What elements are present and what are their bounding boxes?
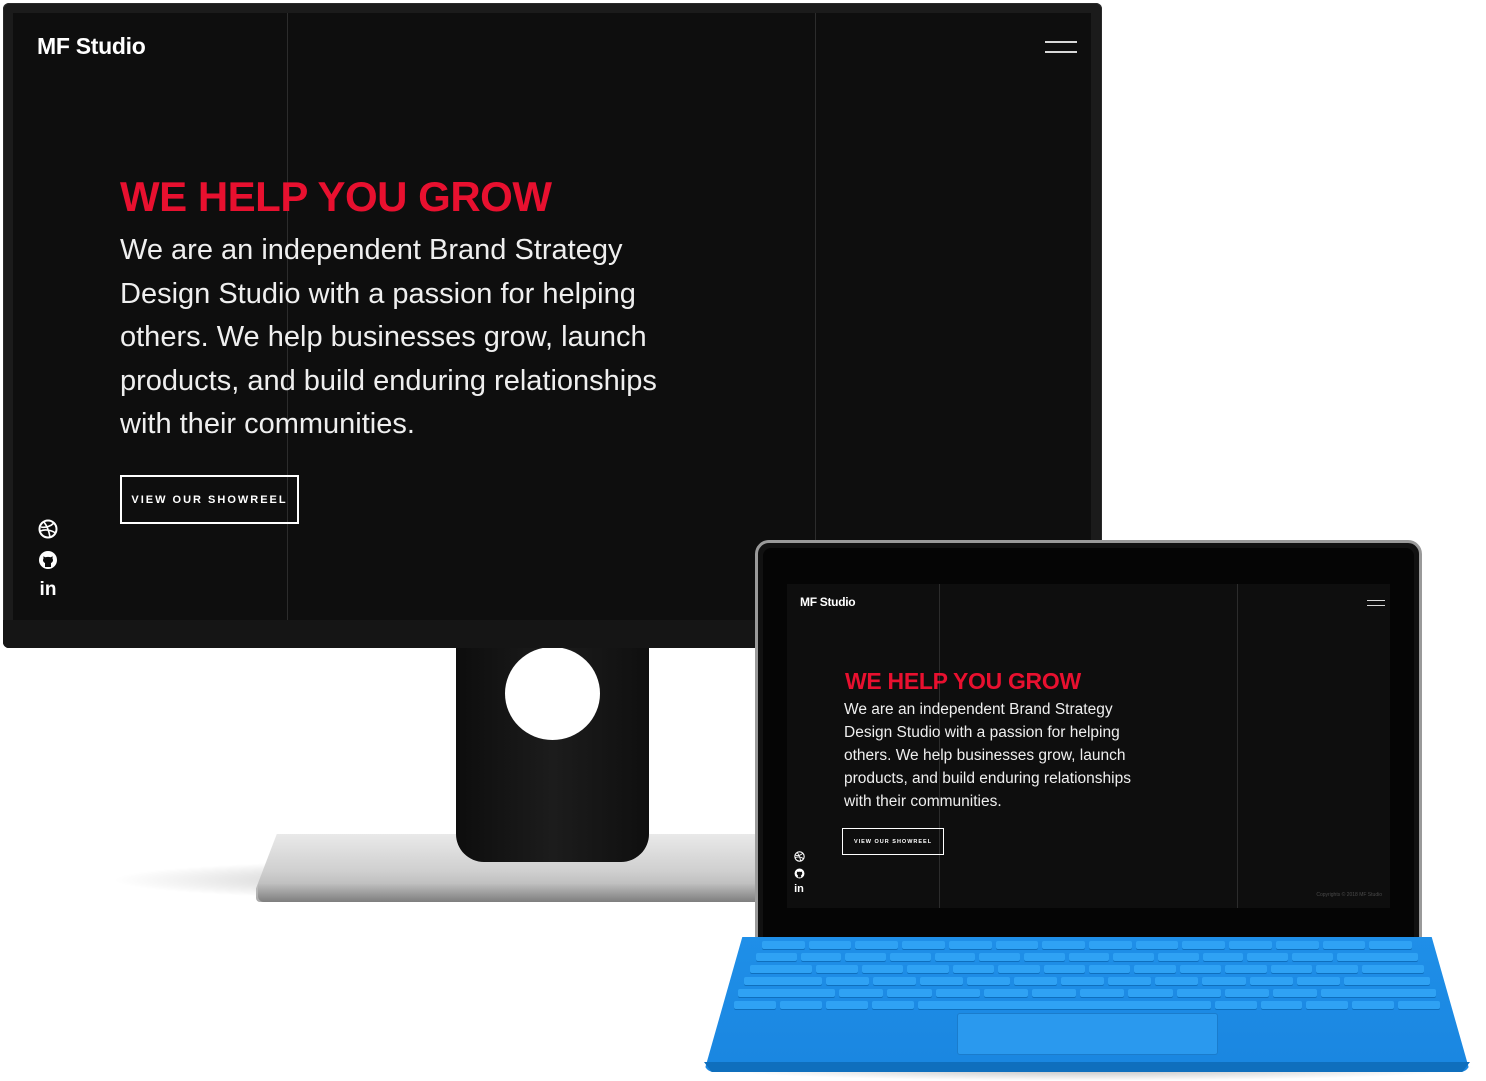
hero-line: products, and build enduring relationshi… [844, 770, 1131, 787]
hamburger-menu-icon[interactable] [1045, 41, 1079, 55]
hero-title: WE HELP YOU GROW [845, 668, 1081, 694]
hero-line: Design Studio with a passion for helping [120, 277, 636, 310]
view-showreel-button[interactable]: VIEW OUR SHOWREEL [842, 828, 944, 855]
key-row [762, 941, 1413, 949]
linkedin-icon[interactable]: in [793, 883, 805, 895]
key-row [750, 965, 1425, 973]
hero-description: We are an independent Brand Strategy Des… [844, 698, 1131, 813]
hero-line: products, and build enduring relationshi… [120, 364, 657, 397]
hero-line: others. We help businesses grow, launch [844, 747, 1126, 764]
monitor-base-edge [258, 884, 774, 902]
hero-line: with their communities. [120, 408, 415, 440]
monitor-screen: MF Studio WE HELP YOU GROW We are an ind… [13, 13, 1091, 620]
hero-line: Design Studio with a passion for helping [844, 724, 1120, 741]
dribbble-icon[interactable] [793, 850, 805, 862]
site-logo[interactable]: MF Studio [800, 595, 856, 609]
site-logo[interactable]: MF Studio [37, 33, 146, 60]
hero-line: We are an independent Brand Strategy [844, 701, 1113, 718]
hero-title: WE HELP YOU GROW [120, 173, 552, 220]
hero-description: We are an independent Brand Strategy Des… [120, 229, 657, 447]
copyright-text: Copyrights © 2018 MF Studio [1316, 892, 1382, 898]
trackpad [957, 1013, 1218, 1055]
grid-line [1237, 584, 1238, 908]
hero-line: We are an independent Brand Strategy [120, 234, 623, 266]
key-row [738, 989, 1436, 997]
hero-line: others. We help businesses grow, launch [120, 321, 647, 353]
key-row [734, 1001, 1440, 1009]
tablet-top-bar [787, 556, 1390, 584]
linkedin-icon[interactable]: in [37, 579, 59, 601]
hamburger-menu-icon[interactable] [1367, 600, 1385, 607]
github-icon[interactable] [37, 549, 59, 571]
github-icon[interactable] [793, 867, 805, 879]
key-row [744, 977, 1431, 985]
view-showreel-button[interactable]: VIEW OUR SHOWREEL [120, 475, 299, 524]
monitor-stand-hole [505, 647, 600, 740]
tablet-screen: MF Studio WE HELP YOU GROW We are an ind… [787, 556, 1390, 908]
hero-line: with their communities. [844, 793, 1002, 810]
key-row [756, 953, 1419, 961]
keyboard-edge [704, 1062, 1470, 1072]
grid-line [815, 13, 816, 620]
dribbble-icon[interactable] [37, 518, 59, 540]
